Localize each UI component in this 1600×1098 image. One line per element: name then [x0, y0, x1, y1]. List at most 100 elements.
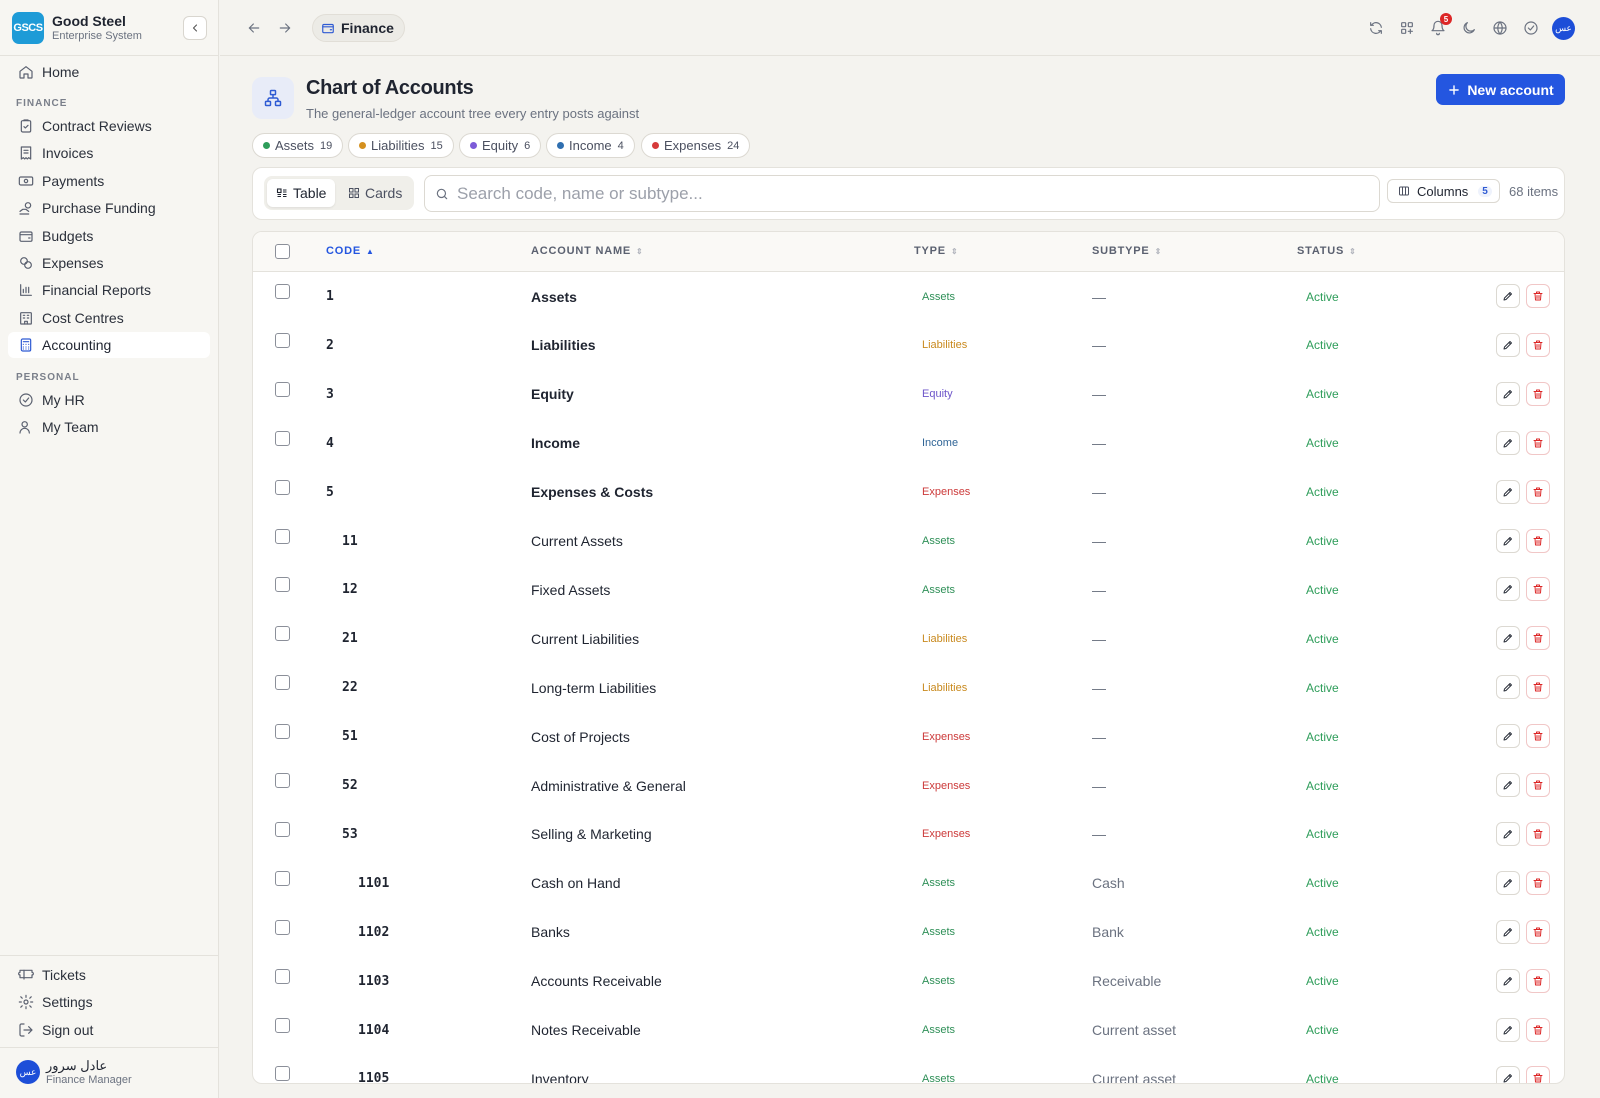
row-checkbox[interactable] — [275, 968, 290, 984]
select-all-checkbox[interactable] — [275, 244, 290, 259]
edit-button[interactable] — [1496, 528, 1520, 553]
edit-button[interactable] — [1496, 577, 1520, 602]
back-button[interactable] — [244, 18, 264, 38]
refresh-button[interactable] — [1366, 18, 1386, 38]
delete-button[interactable] — [1526, 577, 1550, 602]
table-row[interactable]: 51 Cost of Projects Expenses — Active — [253, 712, 1564, 761]
view-cards-button[interactable]: Cards — [339, 179, 411, 207]
table-row[interactable]: 4 Income Income — Active — [253, 419, 1564, 468]
edit-button[interactable] — [1496, 1066, 1520, 1083]
filter-chip-equity[interactable]: Equity 6 — [459, 133, 542, 158]
table-row[interactable]: 1 Assets Assets — Active — [253, 272, 1564, 321]
column-header-type[interactable]: TYPE ⇕ — [914, 245, 958, 257]
table-row[interactable]: 21 Current Liabilities Liabilities — Active — [253, 614, 1564, 663]
row-checkbox[interactable] — [275, 675, 290, 691]
delete-button[interactable] — [1526, 968, 1550, 993]
delete-button[interactable] — [1526, 528, 1550, 553]
sidebar-item-tickets[interactable]: Tickets — [8, 962, 210, 988]
edit-button[interactable] — [1496, 870, 1520, 895]
table-row[interactable]: 1103 Accounts Receivable Assets Receivable A… — [253, 957, 1564, 1006]
edit-button[interactable] — [1496, 968, 1520, 993]
delete-button[interactable] — [1526, 870, 1550, 895]
delete-button[interactable] — [1526, 724, 1550, 749]
table-row[interactable]: 5 Expenses & Costs Expenses — Active — [253, 468, 1564, 517]
sidebar-item-sign-out[interactable]: Sign out — [8, 1017, 210, 1043]
new-account-button[interactable]: New account — [1436, 74, 1565, 105]
theme-toggle[interactable] — [1459, 18, 1479, 38]
column-header-status[interactable]: STATUS ⇕ — [1297, 245, 1357, 257]
sidebar-item-settings[interactable]: Settings — [8, 989, 210, 1015]
row-checkbox[interactable] — [275, 773, 290, 788]
breadcrumb[interactable]: Finance — [312, 14, 405, 42]
row-checkbox[interactable] — [275, 528, 290, 544]
row-checkbox[interactable] — [275, 1066, 290, 1082]
edit-button[interactable] — [1496, 430, 1520, 455]
sidebar-item-budgets[interactable]: Budgets — [8, 223, 210, 249]
sidebar-item-expenses[interactable]: Expenses — [8, 250, 210, 276]
user-profile[interactable]: عس عادل سرور Finance Manager — [16, 1058, 132, 1086]
tasks-button[interactable] — [1521, 18, 1541, 38]
table-row[interactable]: 1104 Notes Receivable Assets Current asset A… — [253, 1006, 1564, 1055]
delete-button[interactable] — [1526, 479, 1550, 504]
sidebar-item-accounting[interactable]: Accounting — [8, 332, 210, 359]
delete-button[interactable] — [1526, 1017, 1550, 1042]
sidebar-item-payments[interactable]: Payments — [8, 168, 210, 194]
collapse-sidebar-button[interactable] — [183, 16, 207, 40]
filter-chip-expenses[interactable]: Expenses 24 — [641, 133, 751, 158]
column-header-account-name[interactable]: ACCOUNT NAME ⇕ — [531, 245, 644, 257]
delete-button[interactable] — [1526, 381, 1550, 406]
delete-button[interactable] — [1526, 773, 1550, 797]
row-checkbox[interactable] — [275, 1017, 290, 1033]
sidebar-item-financial-reports[interactable]: Financial Reports — [8, 277, 210, 303]
edit-button[interactable] — [1496, 724, 1520, 749]
delete-button[interactable] — [1526, 332, 1550, 357]
sidebar-item-my-hr[interactable]: My HR — [8, 387, 210, 413]
sidebar-item-contract-reviews[interactable]: Contract Reviews — [8, 113, 210, 139]
delete-button[interactable] — [1526, 1066, 1550, 1083]
table-row[interactable]: 1102 Banks Assets Bank Active — [253, 908, 1564, 957]
row-checkbox[interactable] — [275, 479, 290, 495]
delete-button[interactable] — [1526, 821, 1550, 846]
forward-button[interactable] — [275, 18, 295, 38]
table-row[interactable]: 2 Liabilities Liabilities — Active — [253, 321, 1564, 370]
row-checkbox[interactable] — [275, 430, 290, 446]
table-row[interactable]: 22 Long-term Liabilities Liabilities — Activ… — [253, 663, 1564, 712]
edit-button[interactable] — [1496, 284, 1520, 308]
edit-button[interactable] — [1496, 675, 1520, 700]
sidebar-item-invoices[interactable]: Invoices — [8, 140, 210, 166]
delete-button[interactable] — [1526, 430, 1550, 455]
table-row[interactable]: 11 Current Assets Assets — Active — [253, 517, 1564, 566]
sidebar-item-home[interactable]: Home — [8, 59, 210, 85]
row-checkbox[interactable] — [275, 870, 290, 886]
search-input[interactable] — [457, 183, 1357, 204]
row-checkbox[interactable] — [275, 724, 290, 740]
edit-button[interactable] — [1496, 1017, 1520, 1042]
table-row[interactable]: 53 Selling & Marketing Expenses — Active — [253, 810, 1564, 859]
table-row[interactable]: 3 Equity Equity — Active — [253, 370, 1564, 419]
row-checkbox[interactable] — [275, 626, 290, 642]
delete-button[interactable] — [1526, 626, 1550, 651]
view-table-button[interactable]: Table — [267, 179, 336, 207]
apps-button[interactable] — [1397, 18, 1417, 38]
row-checkbox[interactable] — [275, 919, 290, 935]
language-button[interactable] — [1490, 18, 1510, 38]
edit-button[interactable] — [1496, 773, 1520, 797]
edit-button[interactable] — [1496, 919, 1520, 944]
row-checkbox[interactable] — [275, 284, 290, 299]
delete-button[interactable] — [1526, 919, 1550, 944]
edit-button[interactable] — [1496, 381, 1520, 406]
column-header-subtype[interactable]: SUBTYPE ⇕ — [1092, 245, 1162, 257]
row-checkbox[interactable] — [275, 577, 290, 593]
columns-button[interactable]: Columns 5 — [1387, 179, 1500, 203]
filter-chip-income[interactable]: Income 4 — [546, 133, 635, 158]
edit-button[interactable] — [1496, 626, 1520, 651]
sidebar-item-cost-centres[interactable]: Cost Centres — [8, 305, 210, 331]
row-checkbox[interactable] — [275, 381, 290, 397]
row-checkbox[interactable] — [275, 332, 290, 348]
row-checkbox[interactable] — [275, 821, 290, 837]
delete-button[interactable] — [1526, 284, 1550, 308]
edit-button[interactable] — [1496, 332, 1520, 357]
edit-button[interactable] — [1496, 821, 1520, 846]
table-row[interactable]: 12 Fixed Assets Assets — Active — [253, 565, 1564, 614]
table-row[interactable]: 52 Administrative & General Expenses — Activ… — [253, 761, 1564, 810]
